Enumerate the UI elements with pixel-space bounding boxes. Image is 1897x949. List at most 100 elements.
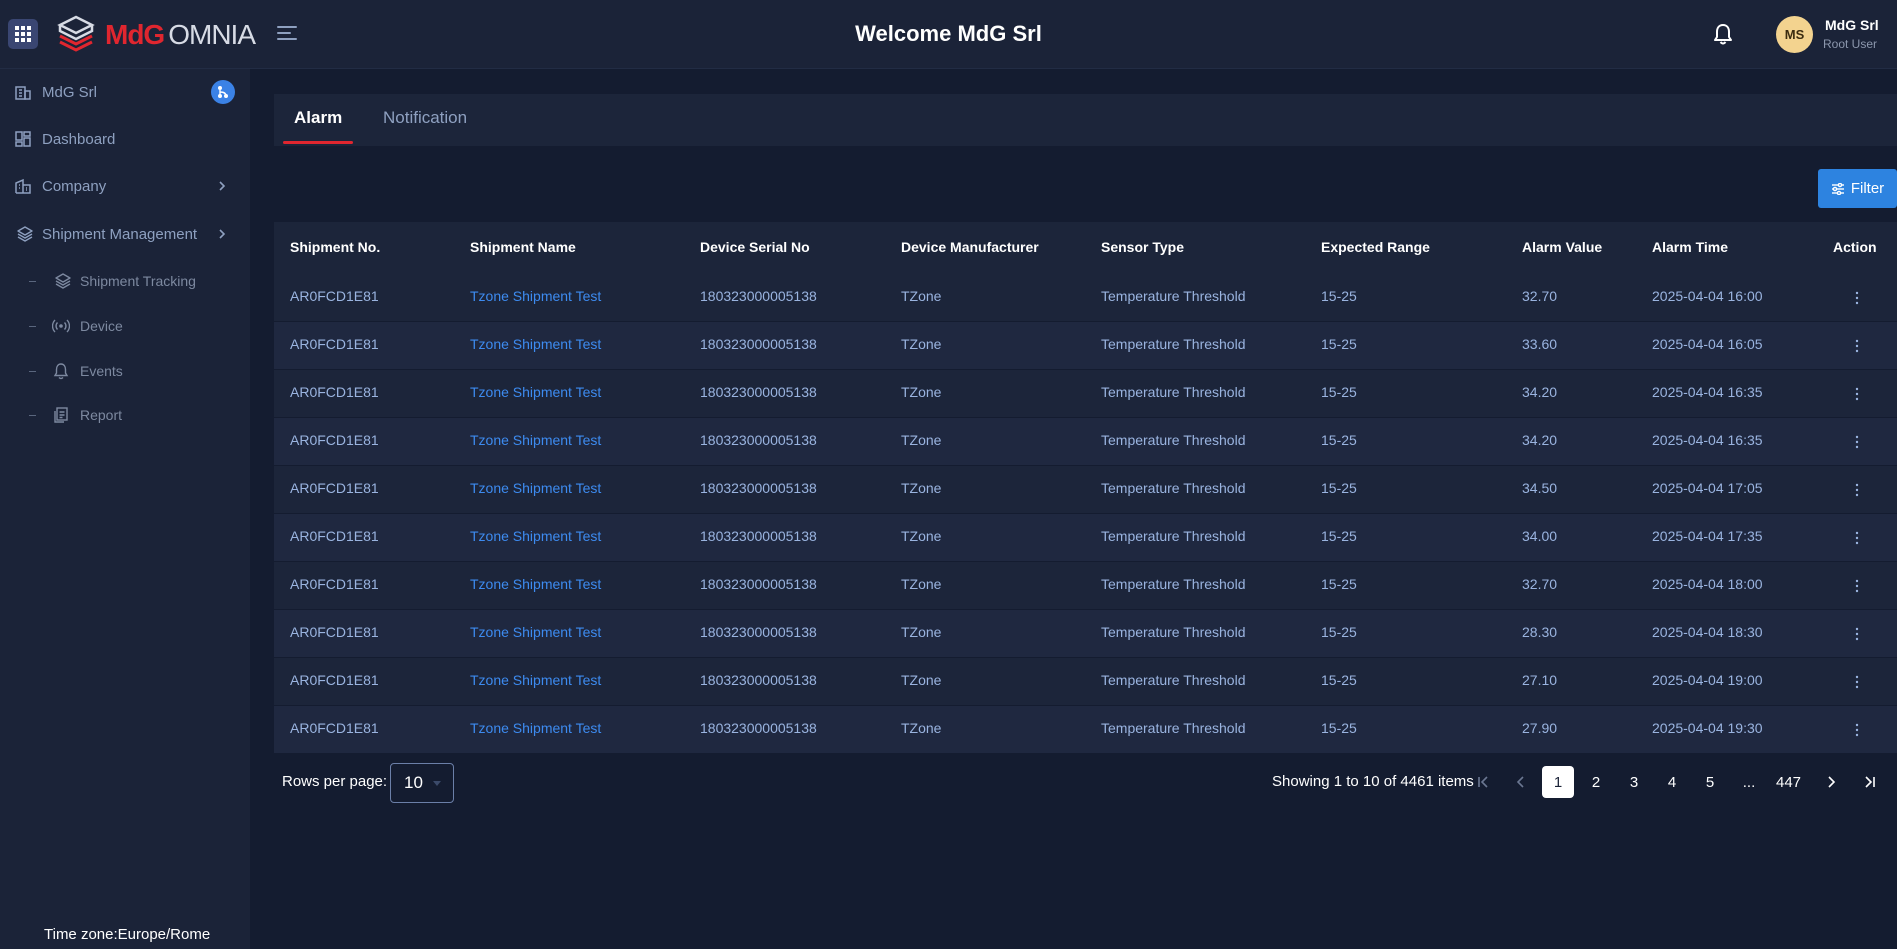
- shipment-name-link[interactable]: Tzone Shipment Test: [470, 336, 601, 352]
- table-cell: AR0FCD1E81: [290, 576, 379, 592]
- menu-icon: [277, 26, 297, 40]
- table-cell: 34.50: [1522, 480, 1558, 496]
- page-button[interactable]: 447: [1770, 766, 1807, 798]
- table-cell: 15-25: [1321, 576, 1357, 592]
- switch-tenant-button[interactable]: [211, 80, 235, 104]
- shipment-name-link[interactable]: Tzone Shipment Test: [470, 672, 601, 688]
- row-actions-icon[interactable]: [1854, 722, 1860, 738]
- shipment-name-link[interactable]: Tzone Shipment Test: [470, 432, 601, 448]
- tab-notification[interactable]: Notification: [383, 108, 467, 128]
- sidebar-item-dashboard[interactable]: Dashboard: [0, 122, 250, 156]
- table-cell: 180323000005138: [700, 528, 817, 544]
- table-cell: 2025-04-04 18:30: [1652, 624, 1763, 640]
- table-cell: 34.20: [1522, 432, 1558, 448]
- row-actions-icon[interactable]: [1854, 578, 1860, 594]
- active-tab-indicator: [283, 141, 353, 144]
- notifications-button[interactable]: [1712, 22, 1736, 48]
- table-cell: Temperature Threshold: [1101, 432, 1246, 448]
- table-cell: 15-25: [1321, 480, 1357, 496]
- filter-label: Filter: [1850, 180, 1885, 197]
- previous-page-icon[interactable]: [1513, 774, 1529, 790]
- table-cell: TZone: [901, 480, 942, 496]
- table-cell: 2025-04-04 16:05: [1652, 336, 1763, 352]
- page-button[interactable]: 3: [1618, 766, 1650, 798]
- table-cell: Temperature Threshold: [1101, 528, 1246, 544]
- page-button[interactable]: 4: [1656, 766, 1688, 798]
- table-row[interactable]: AR0FCD1E81 Tzone Shipment Test 18032300000…: [274, 322, 1897, 370]
- shipment-name-link[interactable]: Tzone Shipment Test: [470, 576, 601, 592]
- sidebar-item-tenant[interactable]: MdG Srl: [0, 75, 250, 109]
- table-cell: 180323000005138: [700, 432, 817, 448]
- rows-per-page-select[interactable]: 10: [390, 763, 454, 803]
- sidebar-subitem-events[interactable]: Events: [0, 356, 250, 386]
- sidebar-item-company[interactable]: Company: [0, 169, 250, 203]
- column-header[interactable]: Alarm Value: [1522, 239, 1602, 255]
- first-page-icon[interactable]: [1475, 774, 1491, 790]
- shipment-name-link[interactable]: Tzone Shipment Test: [470, 288, 601, 304]
- sidebar-subitem-device[interactable]: Device: [0, 311, 250, 341]
- column-header[interactable]: Alarm Time: [1652, 239, 1728, 255]
- sidebar-item-label: Shipment Management: [42, 225, 198, 243]
- row-actions-icon[interactable]: [1854, 338, 1860, 354]
- table-cell: 2025-04-04 16:35: [1652, 432, 1763, 448]
- table-cell: Temperature Threshold: [1101, 672, 1246, 688]
- sidebar-item-label: Dashboard: [42, 130, 116, 148]
- table-row[interactable]: AR0FCD1E81 Tzone Shipment Test 18032300000…: [274, 610, 1897, 658]
- table-cell: Temperature Threshold: [1101, 624, 1246, 640]
- table-row[interactable]: AR0FCD1E81 Tzone Shipment Test 18032300000…: [274, 658, 1897, 706]
- table-row[interactable]: AR0FCD1E81 Tzone Shipment Test 18032300000…: [274, 706, 1897, 754]
- table-row[interactable]: AR0FCD1E81 Tzone Shipment Test 18032300000…: [274, 466, 1897, 514]
- sidebar-toggle-button[interactable]: [276, 24, 302, 46]
- sidebar-item-shipment-management[interactable]: Shipment Management: [0, 217, 250, 251]
- table-cell: 34.20: [1522, 384, 1558, 400]
- column-header[interactable]: Sensor Type: [1101, 239, 1184, 255]
- table-cell: TZone: [901, 672, 942, 688]
- table-cell: 15-25: [1321, 528, 1357, 544]
- page-button[interactable]: 5: [1694, 766, 1726, 798]
- shipment-name-link[interactable]: Tzone Shipment Test: [470, 384, 601, 400]
- table-cell: 180323000005138: [700, 480, 817, 496]
- table-cell: 15-25: [1321, 384, 1357, 400]
- shipment-name-link[interactable]: Tzone Shipment Test: [470, 480, 601, 496]
- user-name[interactable]: MdG Srl: [1825, 17, 1879, 33]
- row-actions-icon[interactable]: [1854, 290, 1860, 306]
- column-header[interactable]: Device Serial No: [700, 239, 810, 255]
- table-cell: 180323000005138: [700, 384, 817, 400]
- column-header[interactable]: Device Manufacturer: [901, 239, 1039, 255]
- table-cell: 27.90: [1522, 720, 1558, 736]
- row-actions-icon[interactable]: [1854, 482, 1860, 498]
- filter-button[interactable]: Filter: [1818, 169, 1897, 208]
- tab-alarm[interactable]: Alarm: [294, 108, 342, 128]
- avatar[interactable]: MS: [1776, 16, 1813, 53]
- row-actions-icon[interactable]: [1854, 626, 1860, 642]
- shipment-name-link[interactable]: Tzone Shipment Test: [470, 528, 601, 544]
- apps-grid-button[interactable]: [8, 19, 38, 49]
- table-row[interactable]: AR0FCD1E81 Tzone Shipment Test 18032300000…: [274, 370, 1897, 418]
- timezone-label: Time zone:Europe/Rome: [44, 926, 211, 943]
- row-actions-icon[interactable]: [1854, 434, 1860, 450]
- page-button[interactable]: 1: [1542, 766, 1574, 798]
- column-header[interactable]: Expected Range: [1321, 239, 1430, 255]
- last-page-icon[interactable]: [1862, 774, 1878, 790]
- column-header[interactable]: Shipment Name: [470, 239, 576, 255]
- pagination-summary: Showing 1 to 10 of 4461 items: [1272, 773, 1474, 790]
- app-logo[interactable]: MdG OMNIA: [57, 14, 256, 56]
- sidebar-subitem-report[interactable]: Report: [0, 400, 250, 430]
- shipment-name-link[interactable]: Tzone Shipment Test: [470, 624, 601, 640]
- bell-icon: [53, 363, 69, 380]
- row-actions-icon[interactable]: [1854, 674, 1860, 690]
- row-actions-icon[interactable]: [1854, 386, 1860, 402]
- column-header[interactable]: Shipment No.: [290, 239, 380, 255]
- sidebar-subitem-label: Report: [80, 407, 123, 423]
- row-actions-icon[interactable]: [1854, 530, 1860, 546]
- shipment-name-link[interactable]: Tzone Shipment Test: [470, 720, 601, 736]
- sidebar-subitem-shipment-tracking[interactable]: Shipment Tracking: [0, 266, 250, 296]
- page-button[interactable]: 2: [1580, 766, 1612, 798]
- next-page-icon[interactable]: [1823, 774, 1839, 790]
- table-row[interactable]: AR0FCD1E81 Tzone Shipment Test 18032300000…: [274, 514, 1897, 562]
- table-cell: 15-25: [1321, 432, 1357, 448]
- table-row[interactable]: AR0FCD1E81 Tzone Shipment Test 18032300000…: [274, 562, 1897, 610]
- dashboard-icon: [15, 131, 31, 147]
- table-row[interactable]: AR0FCD1E81 Tzone Shipment Test 18032300000…: [274, 418, 1897, 466]
- table-row[interactable]: AR0FCD1E81 Tzone Shipment Test 18032300000…: [274, 274, 1897, 322]
